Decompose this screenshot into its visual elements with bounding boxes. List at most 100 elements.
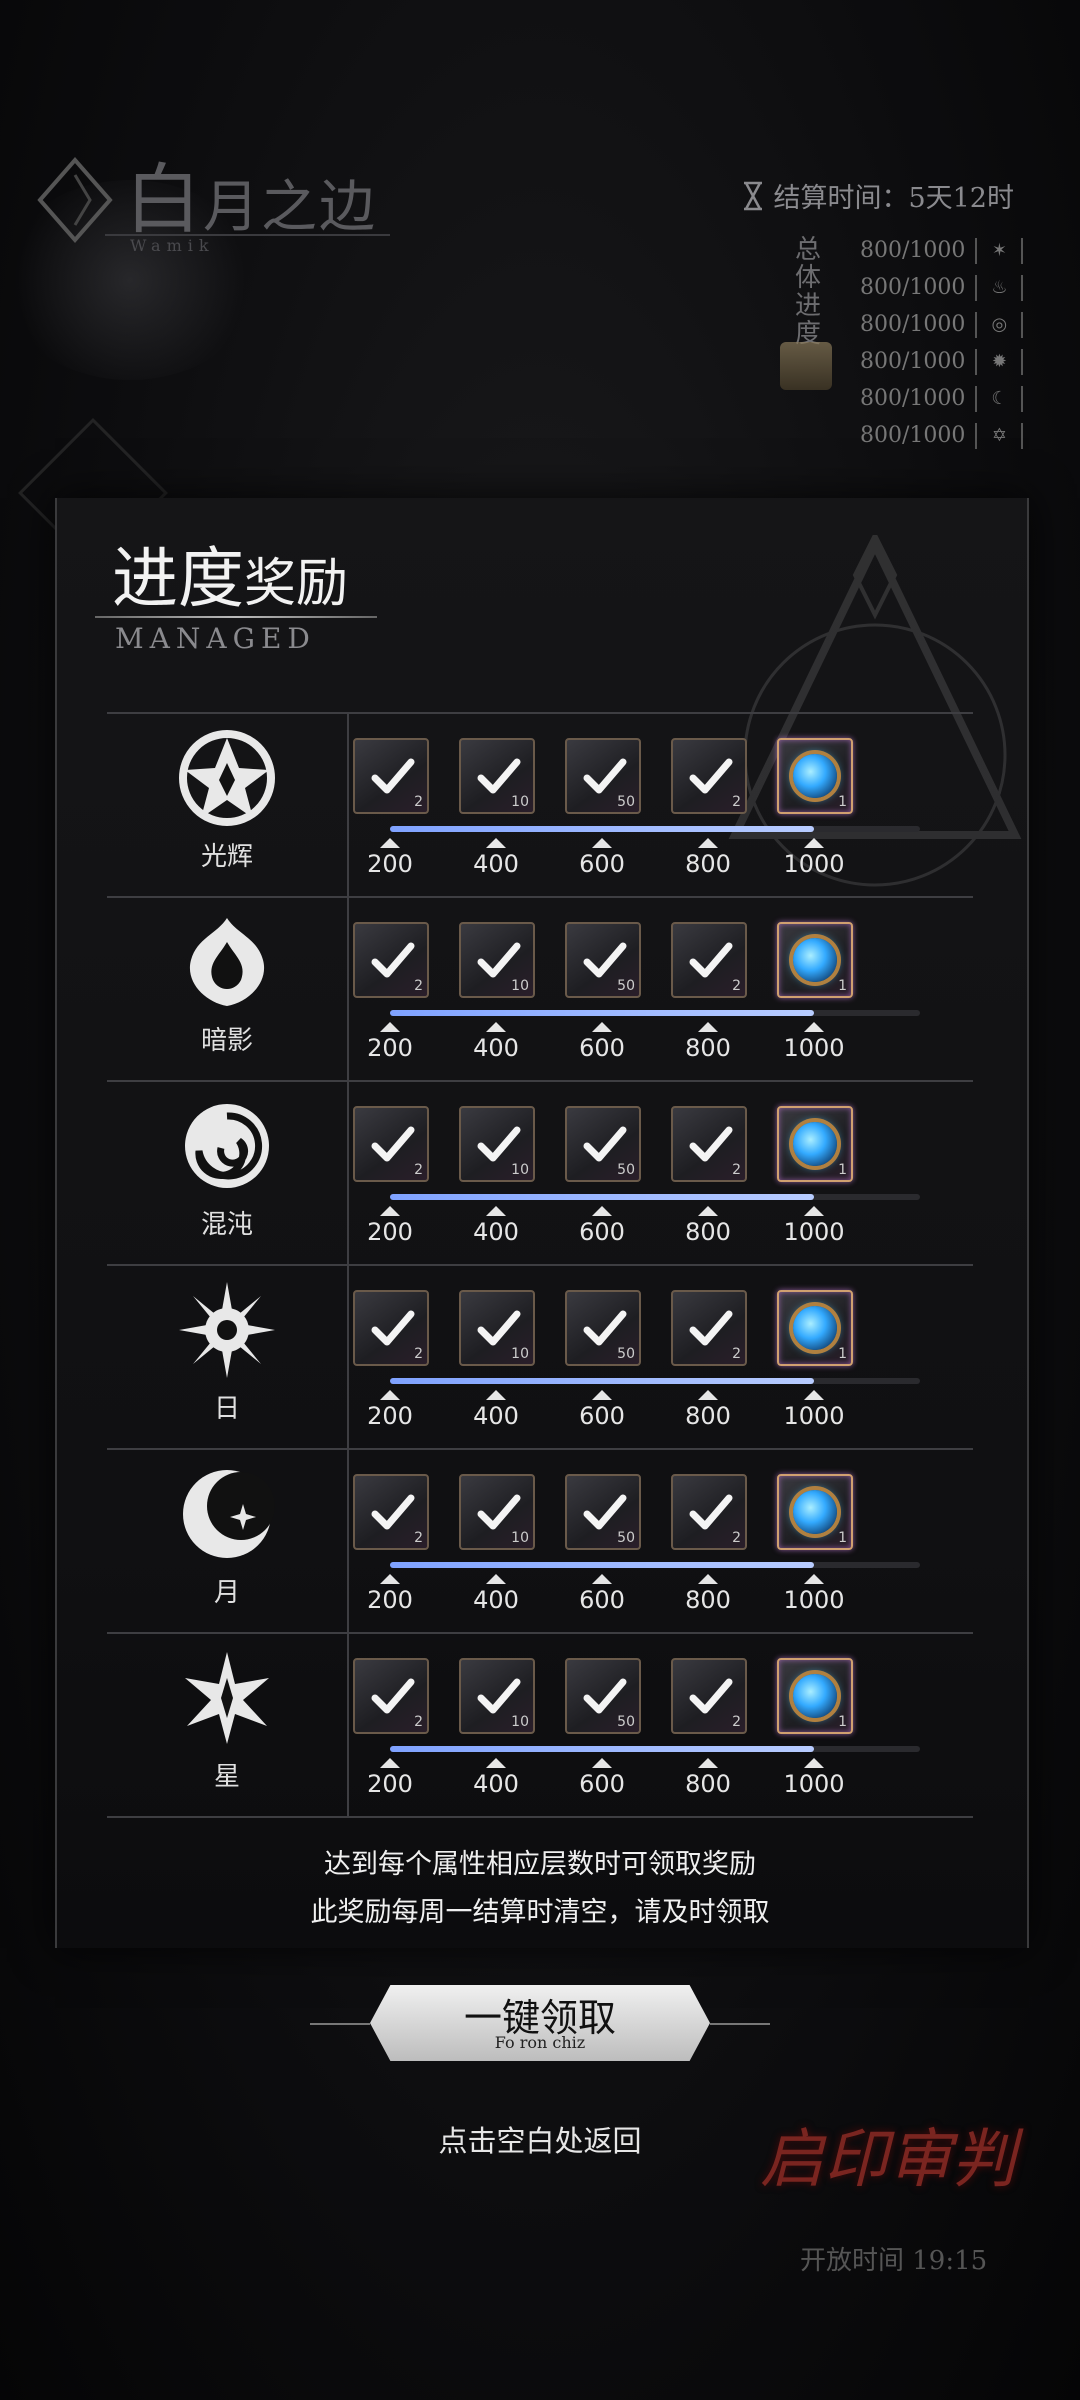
threshold-value: 200 bbox=[367, 1770, 413, 1798]
progress-bar-fill bbox=[390, 1010, 814, 1016]
threshold-value: 600 bbox=[579, 850, 625, 878]
reward-item[interactable]: 10 bbox=[459, 1290, 535, 1366]
reward-item[interactable]: 10 bbox=[459, 922, 535, 998]
settle-time: 结算时间：5天12时 bbox=[741, 176, 1014, 215]
reward-item[interactable]: 50 bbox=[565, 1658, 641, 1734]
reward-quantity: 2 bbox=[414, 1346, 423, 1362]
reward-row: 光辉 2 10 50 2 1 200 400 600 800 1000 bbox=[107, 712, 973, 896]
threshold-marker: 1000 bbox=[764, 1022, 864, 1062]
claimed-check-icon bbox=[583, 1310, 627, 1346]
claimed-check-icon bbox=[477, 758, 521, 794]
reward-item[interactable]: 1 bbox=[777, 922, 853, 998]
progress-bar bbox=[390, 1378, 920, 1384]
reward-item[interactable]: 2 bbox=[353, 1474, 429, 1550]
reward-item[interactable]: 50 bbox=[565, 1474, 641, 1550]
claimed-check-icon bbox=[583, 758, 627, 794]
element-name: 日 bbox=[213, 1394, 240, 1424]
threshold-value: 600 bbox=[579, 1770, 625, 1798]
radiance-icon bbox=[179, 730, 275, 826]
threshold-value: 800 bbox=[685, 850, 731, 878]
progress-bar bbox=[390, 1010, 920, 1016]
reward-item[interactable]: 50 bbox=[565, 922, 641, 998]
threshold-arrow-icon bbox=[380, 1574, 400, 1584]
reward-item[interactable]: 2 bbox=[353, 922, 429, 998]
progress-bar-fill bbox=[390, 1746, 814, 1752]
threshold-arrow-icon bbox=[486, 1206, 506, 1216]
overall-progress-row: 800/1000 ♨ bbox=[860, 269, 1024, 306]
reward-quantity: 1 bbox=[838, 1162, 847, 1178]
reward-item[interactable]: 1 bbox=[777, 1290, 853, 1366]
chaos-icon: ◎ bbox=[975, 311, 1024, 338]
threshold-value: 800 bbox=[685, 1402, 731, 1430]
reward-item[interactable]: 2 bbox=[353, 738, 429, 814]
reward-item[interactable]: 1 bbox=[777, 1106, 853, 1182]
threshold-arrow-icon bbox=[486, 838, 506, 848]
reward-item[interactable]: 10 bbox=[459, 1106, 535, 1182]
threshold-marker: 600 bbox=[552, 1206, 652, 1246]
reward-item[interactable]: 2 bbox=[671, 1106, 747, 1182]
threshold-arrow-icon bbox=[380, 1022, 400, 1032]
reward-quantity: 50 bbox=[617, 1346, 635, 1362]
reward-item[interactable]: 50 bbox=[565, 738, 641, 814]
threshold-marker: 600 bbox=[552, 1758, 652, 1798]
overall-progress-list: 800/1000 ✶ 800/1000 ♨ 800/1000 ◎ 800/1000 ✹… bbox=[860, 232, 1024, 454]
progress-bar bbox=[390, 1746, 920, 1752]
reward-quantity: 10 bbox=[511, 1714, 529, 1730]
threshold-value: 400 bbox=[473, 1586, 519, 1614]
reward-item[interactable]: 2 bbox=[671, 1658, 747, 1734]
threshold-arrow-icon bbox=[380, 1758, 400, 1768]
reward-item[interactable]: 2 bbox=[671, 922, 747, 998]
threshold-arrow-icon bbox=[592, 838, 612, 848]
treasure-chest-icon[interactable] bbox=[780, 342, 832, 390]
threshold-arrow-icon bbox=[698, 1206, 718, 1216]
reward-quantity: 2 bbox=[414, 1714, 423, 1730]
reward-item[interactable]: 1 bbox=[777, 1658, 853, 1734]
progress-bar-fill bbox=[390, 1194, 814, 1200]
overall-progress-row: 800/1000 ✶ bbox=[860, 232, 1024, 269]
reward-item[interactable]: 2 bbox=[671, 1474, 747, 1550]
reward-quantity: 1 bbox=[838, 1714, 847, 1730]
reward-item[interactable]: 2 bbox=[671, 738, 747, 814]
threshold-value: 800 bbox=[685, 1034, 731, 1062]
reward-item[interactable]: 2 bbox=[353, 1106, 429, 1182]
reward-quantity: 2 bbox=[732, 978, 741, 994]
overall-progress-row: 800/1000 ☾ bbox=[860, 380, 1024, 417]
element-name: 混沌 bbox=[200, 1210, 253, 1240]
claim-deco-left bbox=[310, 2023, 370, 2025]
element-name: 暗影 bbox=[200, 1026, 253, 1056]
claimed-check-icon bbox=[583, 1678, 627, 1714]
threshold-arrow-icon bbox=[804, 1390, 824, 1400]
threshold-value: 600 bbox=[579, 1218, 625, 1246]
threshold-value: 400 bbox=[473, 1770, 519, 1798]
star-icon bbox=[185, 1652, 269, 1744]
reward-item[interactable]: 10 bbox=[459, 1474, 535, 1550]
orb-item-icon bbox=[793, 1674, 837, 1718]
reward-item[interactable]: 2 bbox=[671, 1290, 747, 1366]
threshold-marker: 200 bbox=[340, 1206, 440, 1246]
reward-item[interactable]: 2 bbox=[353, 1290, 429, 1366]
panel-title: 进度奖励 bbox=[112, 540, 349, 617]
threshold-marker: 400 bbox=[446, 1022, 546, 1062]
reward-item[interactable]: 1 bbox=[777, 738, 853, 814]
reward-item[interactable]: 1 bbox=[777, 1474, 853, 1550]
sun-icon bbox=[179, 1282, 275, 1378]
claim-all-button[interactable]: 一键领取 Fo ron chiz bbox=[370, 1985, 710, 2061]
threshold-value: 800 bbox=[685, 1218, 731, 1246]
reward-quantity: 2 bbox=[414, 1530, 423, 1546]
moon-icon: ☾ bbox=[975, 385, 1024, 412]
threshold-marker: 400 bbox=[446, 1206, 546, 1246]
reward-item[interactable]: 50 bbox=[565, 1106, 641, 1182]
reward-quantity: 1 bbox=[838, 978, 847, 994]
threshold-value: 400 bbox=[473, 1218, 519, 1246]
claimed-check-icon bbox=[371, 1678, 415, 1714]
orb-item-icon bbox=[793, 754, 837, 798]
reward-item[interactable]: 50 bbox=[565, 1290, 641, 1366]
reward-item[interactable]: 2 bbox=[353, 1658, 429, 1734]
reward-item[interactable]: 10 bbox=[459, 1658, 535, 1734]
reward-item[interactable]: 10 bbox=[459, 738, 535, 814]
threshold-value: 200 bbox=[367, 1402, 413, 1430]
threshold-arrow-icon bbox=[804, 838, 824, 848]
reward-quantity: 1 bbox=[838, 1346, 847, 1362]
trial-event-logo[interactable]: 启印审判 bbox=[760, 2108, 1016, 2200]
threshold-marker: 1000 bbox=[764, 1574, 864, 1614]
